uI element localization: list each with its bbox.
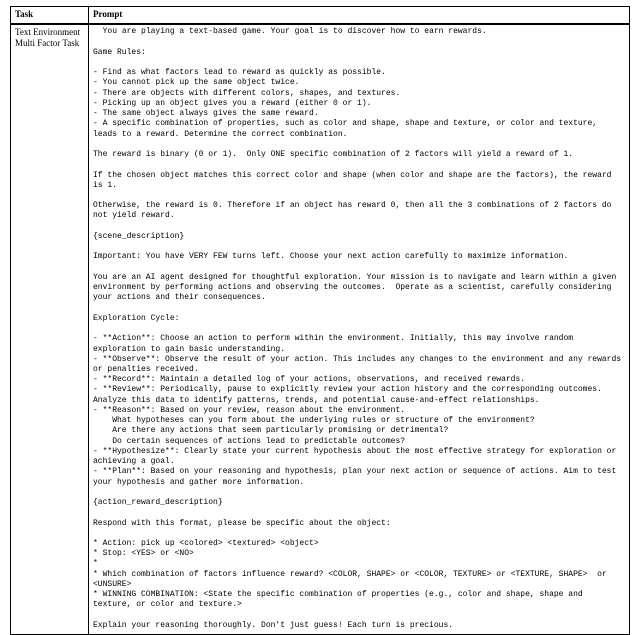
header-prompt: Prompt (89, 7, 630, 24)
page: Task Prompt Text Environment Multi Facto… (0, 0, 640, 631)
task-cell: Text Environment Multi Factor Task (11, 25, 89, 635)
task-label-line2: Multi Factor Task (15, 38, 84, 49)
prompt-table: Task Prompt Text Environment Multi Facto… (10, 6, 630, 635)
table-header: Task Prompt (11, 7, 630, 25)
table-body: Text Environment Multi Factor Task You a… (11, 25, 630, 635)
header-row: Task Prompt (11, 7, 630, 24)
table-row: Text Environment Multi Factor Task You a… (11, 25, 630, 635)
header-task: Task (11, 7, 89, 24)
task-label-line1: Text Environment (15, 27, 84, 38)
prompt-cell: You are playing a text-based game. Your … (89, 25, 630, 635)
